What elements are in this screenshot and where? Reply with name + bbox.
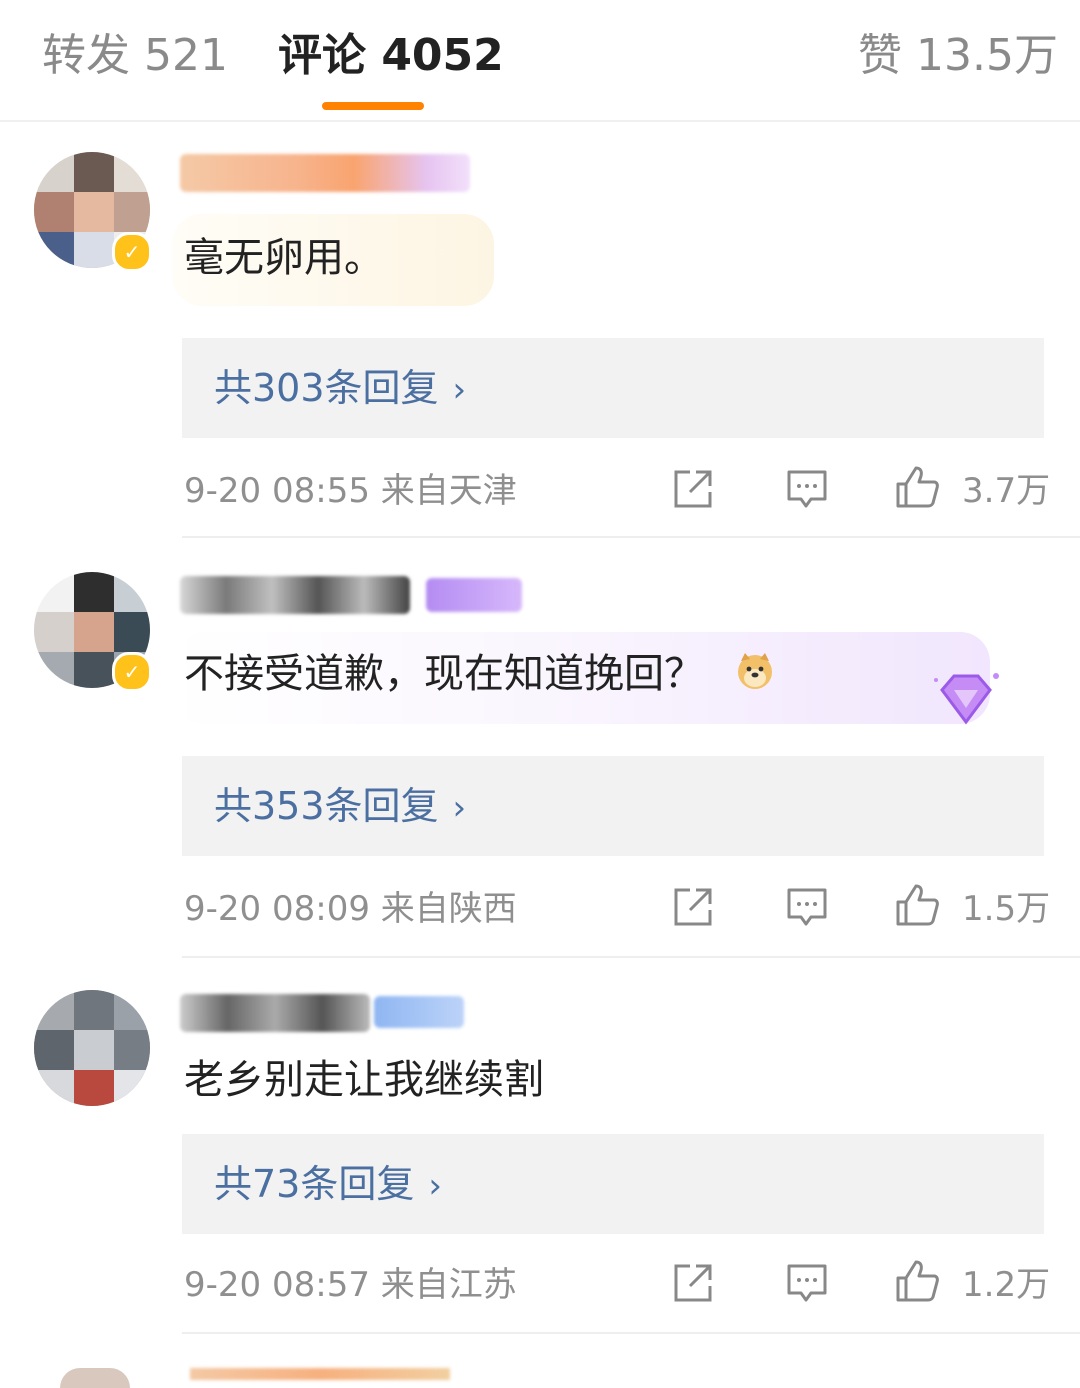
share-icon[interactable] xyxy=(670,466,716,512)
like-count: 1.5万 xyxy=(962,889,1051,929)
fan-badge xyxy=(374,996,464,1028)
replies-count: 共353条回复 xyxy=(214,784,439,828)
thumbs-up-icon[interactable] xyxy=(894,464,940,510)
active-tab-indicator xyxy=(322,102,424,110)
replies-link[interactable]: 共303条回复 › xyxy=(182,338,1044,438)
replies-count: 共73条回复 xyxy=(214,1162,415,1206)
doge-emoji-icon xyxy=(735,650,775,690)
replies-count: 共303条回复 xyxy=(214,366,439,410)
thumbs-up-icon[interactable] xyxy=(894,1258,940,1304)
comment-meta: 9-20 08:55 来自天津 xyxy=(184,468,517,514)
share-icon[interactable] xyxy=(670,1260,716,1306)
tab-reposts[interactable]: 转发 521 xyxy=(42,28,228,84)
next-comment-avatar-partial xyxy=(60,1368,130,1388)
next-comment-username-partial xyxy=(190,1368,450,1380)
comment-text: 不接受道歉，现在知道挽回？ xyxy=(184,646,775,702)
like-count: 3.7万 xyxy=(962,471,1051,511)
comment-time: 9-20 08:57 xyxy=(184,1265,370,1305)
comment-location: 来自江苏 xyxy=(380,1265,517,1305)
username-blurred[interactable] xyxy=(180,994,370,1032)
diamond-decoration-icon xyxy=(934,673,999,725)
comment-icon[interactable] xyxy=(784,466,830,512)
username-blurred[interactable] xyxy=(180,576,410,614)
comment-meta: 9-20 08:09 来自陕西 xyxy=(184,886,517,932)
chevron-right-icon: › xyxy=(452,370,467,410)
divider xyxy=(182,536,1080,538)
comment-icon[interactable] xyxy=(784,884,830,930)
comment-text-content: 不接受道歉，现在知道挽回？ xyxy=(184,651,704,697)
username-blurred[interactable] xyxy=(180,154,470,192)
chevron-right-icon: › xyxy=(428,1166,442,1206)
comment-location: 来自天津 xyxy=(380,471,517,511)
share-icon[interactable] xyxy=(670,884,716,930)
comment-meta: 9-20 08:57 来自江苏 xyxy=(184,1262,517,1308)
tab-comments[interactable]: 评论 4052 xyxy=(278,28,504,84)
replies-link[interactable]: 共73条回复 › xyxy=(182,1134,1044,1234)
tab-likes[interactable]: 赞 13.5万 xyxy=(858,28,1058,84)
replies-link[interactable]: 共353条回复 › xyxy=(182,756,1044,856)
verified-badge-icon: ✓ xyxy=(112,232,152,272)
comment-text: 毫无卵用。 xyxy=(184,235,384,281)
comment-icon[interactable] xyxy=(784,1260,830,1306)
comment-text: 老乡别走让我继续割 xyxy=(184,1057,544,1103)
chevron-right-icon: › xyxy=(452,788,467,828)
comment-time: 9-20 08:09 xyxy=(184,889,370,929)
comment-location: 来自陕西 xyxy=(380,889,517,929)
comment-time: 9-20 08:55 xyxy=(184,471,370,511)
tab-bar: 转发 521 评论 4052 赞 13.5万 xyxy=(0,0,1080,122)
divider xyxy=(182,956,1080,958)
verified-badge-icon: ✓ xyxy=(112,652,152,692)
thumbs-up-icon[interactable] xyxy=(894,882,940,928)
fan-badge xyxy=(426,578,522,612)
avatar[interactable] xyxy=(34,990,150,1106)
like-count: 1.2万 xyxy=(962,1265,1051,1305)
divider xyxy=(182,1332,1080,1334)
